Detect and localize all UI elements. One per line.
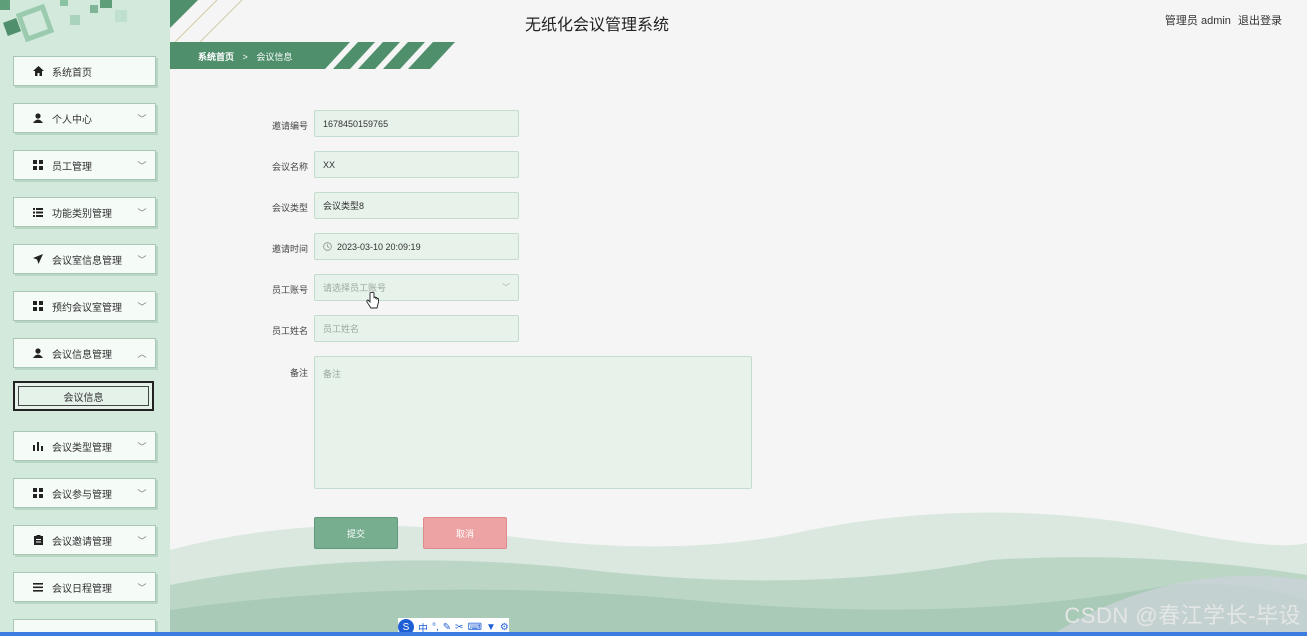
chevron-down-icon: ﹀ (137, 441, 147, 452)
chevron-down-icon: ﹀ (137, 160, 147, 171)
invite-number-label: 邀请编号 (271, 121, 308, 131)
watermark: CSDN @春江学长-毕设 (1064, 603, 1301, 628)
sidebar-item-label: 会议信息管理 (52, 349, 112, 361)
ime-shirt-icon[interactable]: ▼ (486, 622, 496, 633)
sidebar-item-personal-center[interactable]: 个人中心 ﹀ (13, 103, 156, 133)
list-icon (32, 207, 44, 217)
sidebar-item-meeting-type[interactable]: 会议类型管理 ﹀ (13, 431, 156, 461)
chevron-down-icon: ﹀ (137, 113, 147, 124)
sidebar-item-function-category[interactable]: 功能类别管理 ﹀ (13, 197, 156, 227)
chevron-down-icon: ﹀ (137, 207, 147, 218)
chevron-down-icon: ﹀ (137, 488, 147, 499)
logout-link[interactable]: 退出登录 (1238, 15, 1282, 27)
sidebar-item-label: 功能类别管理 (52, 208, 112, 220)
invite-time-field[interactable]: 2023-03-10 20:09:19 (314, 233, 519, 260)
sidebar-item-home[interactable]: 系统首页 (13, 56, 156, 86)
sidebar-item-meeting-participation[interactable]: 会议参与管理 ﹀ (13, 478, 156, 508)
meeting-name-label: 会议名称 (271, 162, 308, 172)
chevron-down-icon: ﹀ (137, 535, 147, 546)
meeting-type-field[interactable]: 会议类型8 (314, 192, 519, 219)
breadcrumb: 系统首页 > 会议信息 (170, 42, 455, 69)
sidebar-item-label: 会议类型管理 (52, 442, 112, 454)
sidebar-subitem-meeting-info[interactable]: 会议信息 (13, 381, 154, 411)
chevron-down-icon: ﹀ (137, 582, 147, 593)
submit-button[interactable]: 提交 (314, 517, 398, 549)
ime-punctuation-icon[interactable]: °, (432, 622, 439, 633)
hand-cursor-icon (366, 292, 379, 309)
cancel-button[interactable]: 取消 (423, 517, 507, 549)
sidebar-item-employee-management[interactable]: 员工管理 ﹀ (13, 150, 156, 180)
employee-account-label: 员工账号 (271, 285, 308, 295)
current-user-label: 管理员 admin (1164, 15, 1231, 27)
grid-icon (32, 488, 44, 498)
header-decoration (170, 0, 243, 42)
bar-chart-icon (32, 441, 44, 451)
ime-settings-icon[interactable]: ⚙ (500, 622, 509, 633)
chevron-down-icon: ﹀ (502, 283, 510, 292)
sidebar-decoration (0, 0, 127, 43)
employee-account-placeholder: 请选择员工账号 (323, 283, 387, 293)
breadcrumb-home[interactable]: 系统首页 (198, 52, 234, 62)
employee-account-select[interactable]: 请选择员工账号 ﹀ (314, 274, 519, 301)
invite-time-label: 邀请时间 (271, 244, 308, 254)
ime-keyboard-icon[interactable]: ⌨ (468, 622, 482, 633)
sidebar-item-label: 会议日程管理 (52, 583, 112, 595)
employee-name-label: 员工姓名 (271, 326, 308, 336)
sidebar-item-label: 个人中心 (52, 114, 92, 126)
sidebar-item-meeting-info-management[interactable]: 会议信息管理 ︿ (13, 338, 156, 368)
chevron-up-icon: ︿ (137, 348, 147, 359)
sidebar-subitem-label: 会议信息 (63, 392, 104, 404)
user-icon (32, 113, 44, 123)
user-icon (32, 348, 44, 358)
send-icon (32, 254, 44, 264)
clock-icon (323, 242, 332, 251)
ime-scissors-icon[interactable]: ✂ (455, 622, 463, 633)
sidebar-item-label: 员工管理 (52, 161, 92, 173)
grid-icon (32, 301, 44, 311)
breadcrumb-current: 会议信息 (256, 52, 293, 62)
sidebar-item-label: 会议参与管理 (52, 489, 112, 501)
sidebar: 系统首页 个人中心 ﹀ 员工管理 ﹀ 功能类别管理 ﹀ 会议室信息管理 ﹀ 预约… (0, 0, 170, 636)
sidebar-item-meeting-invitation[interactable]: 会议邀请管理 ﹀ (13, 525, 156, 555)
invite-time-value: 2023-03-10 20:09:19 (337, 241, 421, 252)
sidebar-item-meeting-schedule[interactable]: 会议日程管理 ﹀ (13, 572, 156, 602)
sidebar-item-label: 系统首页 (52, 67, 92, 79)
remark-label: 备注 (289, 368, 308, 378)
chevron-down-icon: ﹀ (137, 301, 147, 312)
sidebar-item-label: 会议室信息管理 (52, 255, 122, 267)
list-icon (32, 582, 44, 592)
sidebar-item-label: 会议邀请管理 (52, 536, 112, 548)
header: 无纸化会议管理系统 管理员 admin 退出登录 (170, 0, 1307, 42)
sidebar-item-room-booking[interactable]: 预约会议室管理 ﹀ (13, 291, 156, 321)
clipboard-icon (32, 535, 44, 545)
home-icon (32, 66, 44, 76)
sidebar-item-label: 预约会议室管理 (52, 302, 122, 314)
chevron-down-icon: ﹀ (137, 254, 147, 265)
sidebar-item-meeting-room-info[interactable]: 会议室信息管理 ﹀ (13, 244, 156, 274)
page-title: 无纸化会议管理系统 (525, 17, 670, 34)
invite-number-field[interactable]: 1678450159765 (314, 110, 519, 137)
remark-textarea[interactable]: 备注 (314, 356, 752, 489)
bottom-bar (0, 632, 1307, 636)
grid-icon (32, 160, 44, 170)
breadcrumb-separator: > (242, 52, 248, 62)
ime-pen-icon[interactable]: ✎ (443, 622, 451, 633)
meeting-type-label: 会议类型 (271, 203, 308, 213)
employee-name-field[interactable]: 员工姓名 (314, 315, 519, 342)
meeting-name-field[interactable]: XX (314, 151, 519, 178)
user-area: 管理员 admin 退出登录 (1161, 12, 1282, 28)
breadcrumb-trail: 系统首页 > 会议信息 (198, 50, 292, 63)
